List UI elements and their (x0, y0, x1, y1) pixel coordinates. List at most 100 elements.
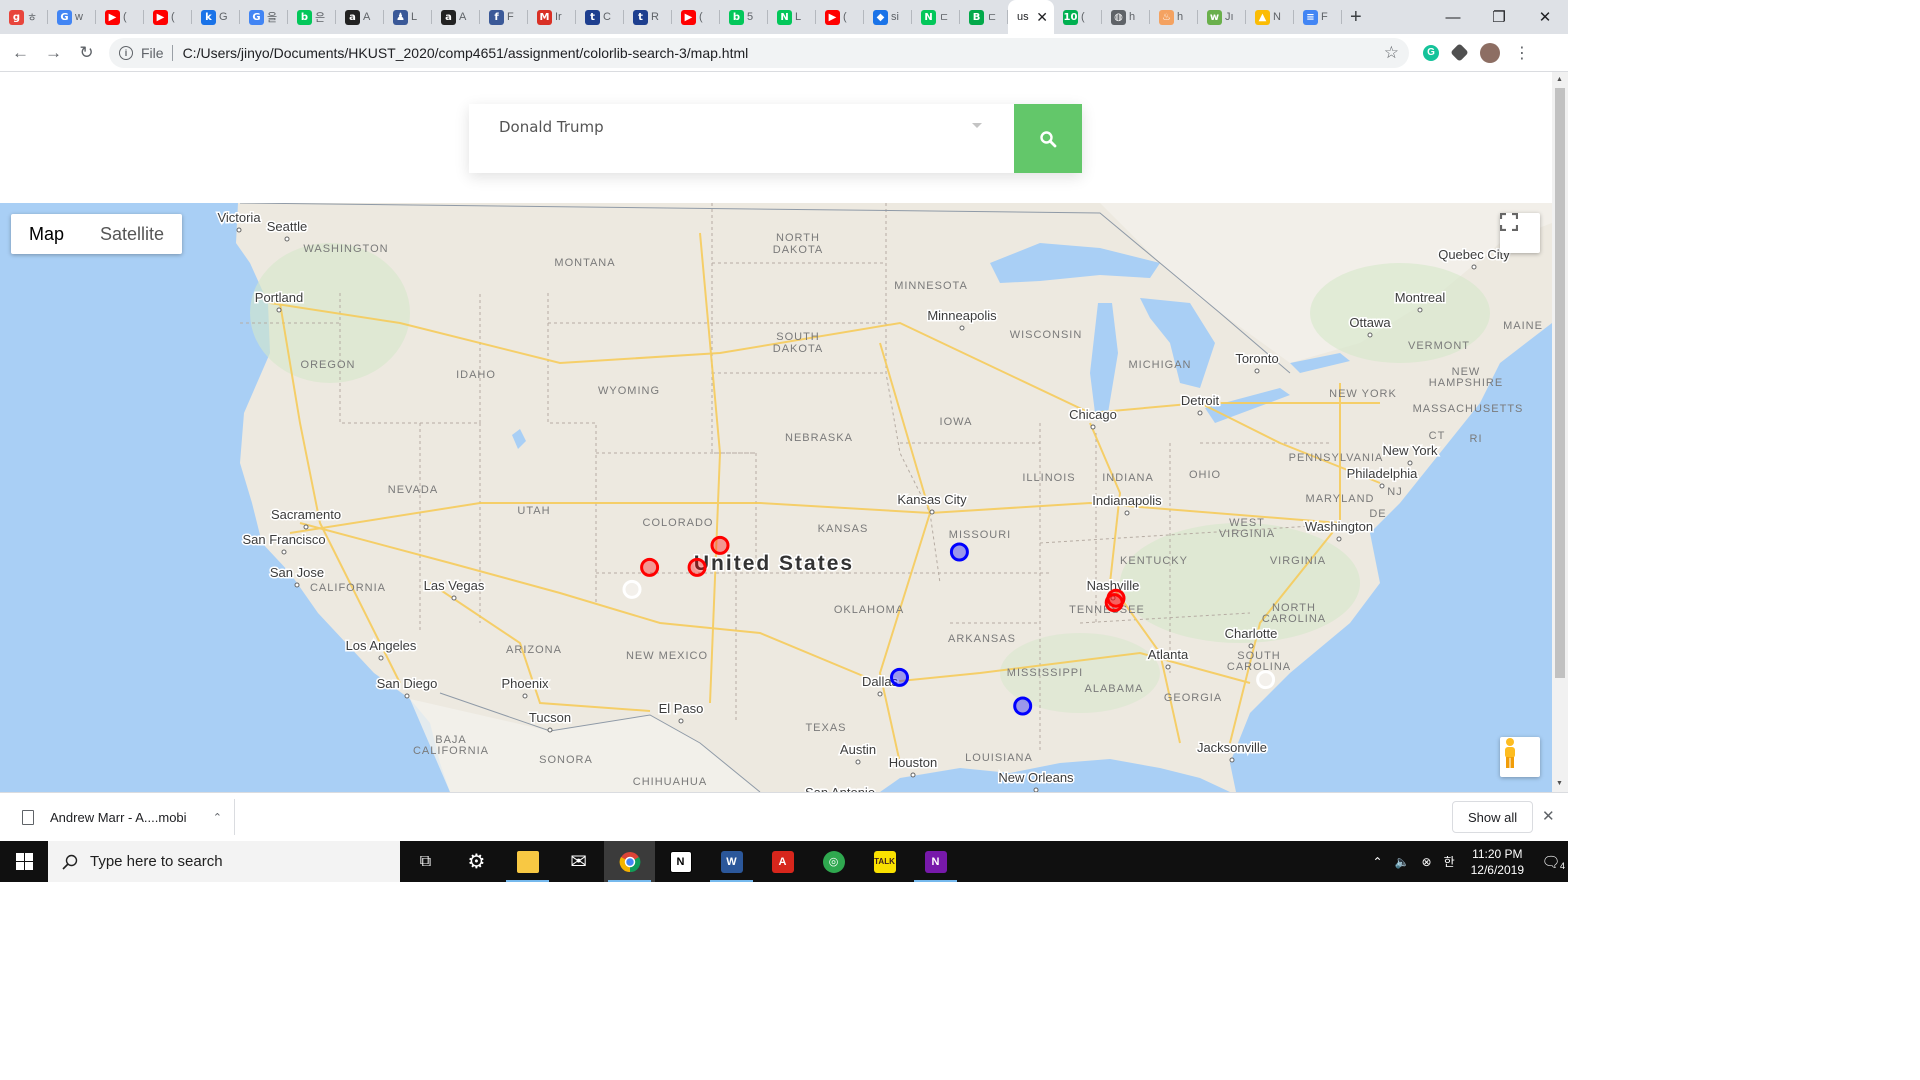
back-icon[interactable]: ← (4, 38, 37, 68)
tab-b-10[interactable]: fF (480, 0, 528, 34)
search-button[interactable] (1014, 104, 1082, 173)
search-select[interactable]: Donald Trump (469, 104, 1014, 173)
extension-diamond-icon[interactable] (1450, 43, 1469, 62)
tab-b-20[interactable]: Bㄷ (960, 0, 1008, 34)
map-marker-circle[interactable] (687, 557, 707, 577)
kakaotalk-app[interactable]: TALK (859, 841, 910, 882)
scroll-up-arrow-icon[interactable]: ▲ (1556, 76, 1563, 83)
tab-active[interactable]: us ✕ (1008, 0, 1054, 34)
bookmark-star-icon[interactable]: ☆ (1384, 43, 1399, 63)
tab-b-8[interactable]: ♟ L (384, 0, 432, 34)
tab-b-9[interactable]: aA (432, 0, 480, 34)
tab-b-16[interactable]: NL (768, 0, 816, 34)
tab-b-5[interactable]: G을 (240, 0, 288, 34)
map-marker-circle[interactable] (710, 535, 730, 555)
city-label: Montreal (1395, 290, 1446, 305)
tab-a-4[interactable]: ▲ N (1246, 0, 1294, 34)
maximize-icon[interactable]: ❐ (1476, 0, 1522, 34)
city-label: Las Vegas (424, 578, 485, 593)
close-window-icon[interactable]: ✕ (1522, 0, 1568, 34)
browser-menu-icon[interactable]: ⋮ (1514, 43, 1530, 63)
forward-icon[interactable]: → (37, 38, 70, 68)
action-center-button[interactable]: 🗨 4 (1534, 853, 1568, 871)
word-app[interactable]: W (706, 841, 757, 882)
map-marker-circle[interactable] (640, 557, 660, 577)
tab-b-18[interactable]: ◆ si (864, 0, 912, 34)
map-marker-circle[interactable] (949, 542, 969, 562)
tab-b-17[interactable]: ▶( (816, 0, 864, 34)
tab-b-4[interactable]: kG (192, 0, 240, 34)
show-all-button[interactable]: Show all (1452, 801, 1534, 833)
mail-app[interactable]: ✉ (553, 841, 604, 882)
tab-b-11[interactable]: M Ir (528, 0, 576, 34)
address-bar[interactable]: i File C:/Users/jinyo/Documents/HKUST_20… (109, 37, 1409, 68)
chrome-app[interactable] (604, 841, 655, 882)
street-view-pegman-button[interactable] (1500, 737, 1540, 777)
input-language-indicator[interactable]: 한 (1438, 853, 1461, 870)
minimize-icon[interactable]: — (1430, 0, 1476, 34)
taskbar-search-box[interactable]: Type here to search (48, 841, 400, 882)
city-label: San Jose (270, 565, 324, 580)
state-label: KENTUCKY (1120, 555, 1188, 567)
download-file-name[interactable]: Andrew Marr - A....mobi (50, 810, 187, 825)
map-marker-circle[interactable] (890, 667, 909, 687)
green-browser-app[interactable]: ◎ (808, 841, 859, 882)
map-marker-circle[interactable] (1256, 670, 1276, 690)
reload-icon[interactable]: ↻ (70, 38, 103, 68)
tab-a-2[interactable]: ♨ h (1150, 0, 1198, 34)
settings-app[interactable]: ⚙ (451, 841, 502, 882)
profile-avatar[interactable] (1480, 42, 1500, 63)
notion-app[interactable]: N (655, 841, 706, 882)
tab-b-19[interactable]: Nㄷ (912, 0, 960, 34)
tab-b-1[interactable]: Gw (48, 0, 96, 34)
tab-a-5[interactable]: ≡ F (1294, 0, 1342, 34)
tab-b-12[interactable]: tC (576, 0, 624, 34)
map-type-satellite-button[interactable]: Satellite (82, 214, 182, 254)
tab-b-2[interactable]: ▶( (96, 0, 144, 34)
network-off-icon[interactable]: ⊗ (1416, 855, 1438, 869)
start-button[interactable] (0, 841, 48, 882)
grammarly-extension-icon[interactable]: G (1423, 44, 1439, 61)
chevron-up-icon[interactable]: ⌃ (213, 811, 222, 824)
tab-b-7[interactable]: aA (336, 0, 384, 34)
close-tab-icon[interactable]: ✕ (1036, 9, 1050, 26)
city-label: Charlotte (1225, 626, 1278, 641)
fullscreen-button[interactable] (1500, 213, 1540, 253)
map-marker-circle[interactable] (1104, 593, 1124, 613)
tab-favicon-k-icon: k (201, 9, 216, 25)
tab-b-0[interactable]: gㅎ (0, 0, 48, 34)
tab-b-6[interactable]: b은 (288, 0, 336, 34)
tab-a-3[interactable]: w Jı (1198, 0, 1246, 34)
page-scrollbar[interactable]: ▲ ▼ (1552, 72, 1568, 792)
close-download-shelf-icon[interactable]: ✕ (1542, 807, 1555, 825)
tab-a-0[interactable]: 10( (1054, 0, 1102, 34)
url-text[interactable]: C:/Users/jinyo/Documents/HKUST_2020/comp… (183, 45, 749, 61)
map-marker-circle[interactable] (622, 579, 642, 599)
scrollbar-thumb[interactable] (1555, 88, 1565, 678)
google-map[interactable]: WASHINGTON MONTANA NORTH DAKOTA MINNESOTA ORE… (0, 203, 1552, 792)
tab-a-1[interactable]: ◍ h (1102, 0, 1150, 34)
globe-icon: ◎ (822, 850, 845, 873)
file-icon (22, 809, 34, 825)
map-canvas[interactable]: WASHINGTONMONTANANORTHDAKOTAMINNESOTAORE… (0, 203, 1552, 792)
task-view-button[interactable]: ⧉ (400, 841, 451, 882)
tab-b-15[interactable]: b5 (720, 0, 768, 34)
scroll-down-arrow-icon[interactable]: ▼ (1556, 780, 1563, 787)
map-marker-circle[interactable] (1013, 696, 1033, 716)
clock[interactable]: 11:20 PM 12/6/2019 (1461, 846, 1534, 878)
tab-b-3[interactable]: ▶( (144, 0, 192, 34)
tab-b-13[interactable]: tR (624, 0, 672, 34)
show-hidden-icons-chevron-icon[interactable]: ⌃ (1366, 855, 1388, 869)
new-tab-button[interactable]: + (1350, 6, 1362, 29)
map-type-map-button[interactable]: Map (11, 214, 82, 254)
tab-b-14[interactable]: ▶( (672, 0, 720, 34)
volume-icon[interactable]: 🔈 (1389, 855, 1416, 869)
state-label: VIRGINIA (1219, 528, 1275, 540)
onenote-app[interactable]: N (910, 841, 961, 882)
info-icon[interactable]: i (119, 45, 133, 60)
download-item[interactable]: Andrew Marr - A....mobi ⌃ (0, 799, 235, 835)
file-explorer-app[interactable] (502, 841, 553, 882)
acrobat-app[interactable]: A (757, 841, 808, 882)
lake-superior (990, 243, 1160, 283)
notification-count: 4 (1560, 860, 1566, 871)
